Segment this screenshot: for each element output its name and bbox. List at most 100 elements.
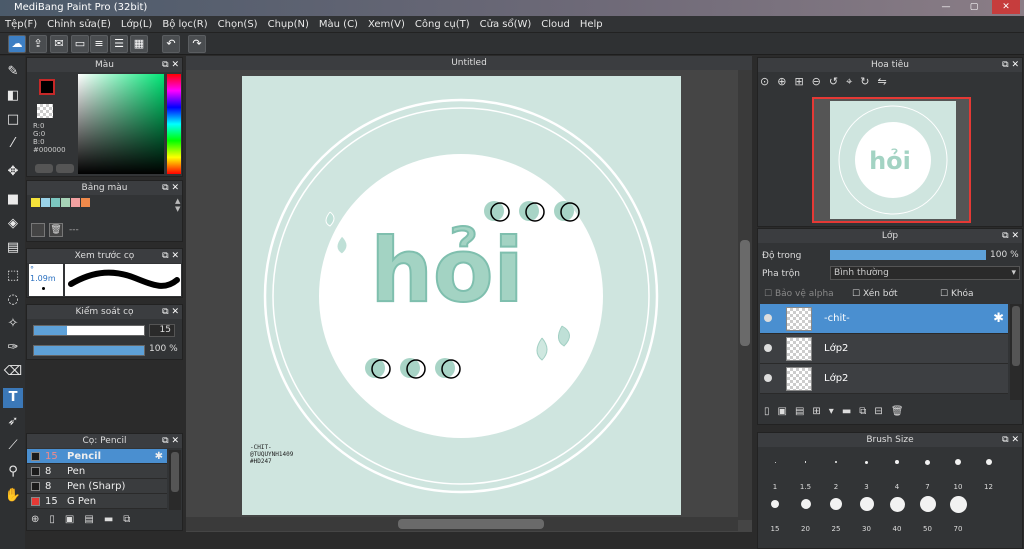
- bucket-tool-icon[interactable]: ◈: [3, 214, 23, 234]
- protect-alpha-checkbox[interactable]: ☐ Bảo vệ alpha: [764, 289, 834, 299]
- operation-tool-icon[interactable]: ➶: [3, 412, 23, 432]
- brush-size-cell[interactable]: 40: [882, 492, 912, 533]
- copy-brush-icon[interactable]: ▣: [65, 514, 84, 525]
- magic-wand-icon[interactable]: ✧: [3, 314, 23, 334]
- brush-size-cell[interactable]: 4: [882, 450, 912, 491]
- chat-icon[interactable]: ✉: [50, 35, 68, 53]
- hue-slider[interactable]: [167, 74, 181, 174]
- grid-icon[interactable]: ▦: [130, 35, 148, 53]
- new-brush-icon[interactable]: ▯: [49, 514, 65, 525]
- merge-layer-icon[interactable]: ⊟: [874, 406, 890, 417]
- zoom-actual-icon[interactable]: ⊞: [794, 75, 811, 88]
- page-icon[interactable]: ▭: [71, 35, 89, 53]
- brush-size-cell[interactable]: 7: [913, 450, 943, 491]
- menu-window[interactable]: Cửa sổ(W): [475, 16, 537, 32]
- menu-select[interactable]: Chọn(S): [213, 16, 263, 32]
- brush-list-scrollbar[interactable]: [169, 450, 181, 510]
- brush-size-cell[interactable]: 15: [760, 492, 790, 533]
- redo-icon[interactable]: ↷: [188, 35, 206, 53]
- menu-view[interactable]: Xem(V): [363, 16, 410, 32]
- delete-palette-icon[interactable]: 🗑: [49, 223, 63, 237]
- foreground-color-swatch[interactable]: [39, 79, 55, 95]
- eraser-tool-icon[interactable]: ◧: [3, 86, 23, 106]
- lasso-tool-icon[interactable]: ◌: [3, 290, 23, 310]
- document-icon[interactable]: ≡: [90, 35, 108, 53]
- brush-size-cell[interactable]: 2: [821, 450, 851, 491]
- select-rect-icon[interactable]: ⬚: [3, 266, 23, 286]
- brush-size-cell[interactable]: 50: [913, 492, 943, 533]
- layer-folder-icon[interactable]: ▬: [842, 406, 859, 417]
- brush-list-item[interactable]: 8 Pen: [27, 464, 167, 479]
- menu-edit[interactable]: Chỉnh sửa(E): [42, 16, 116, 32]
- zoom-fit-icon[interactable]: ⊙: [760, 75, 777, 88]
- palette-swatch[interactable]: [61, 198, 70, 207]
- duplicate-layer-icon[interactable]: ⧉: [859, 406, 874, 417]
- visibility-icon[interactable]: [764, 374, 772, 382]
- text-tool-icon[interactable]: T: [3, 388, 23, 408]
- color-mode-button[interactable]: [35, 164, 53, 173]
- palette-scroll-icon[interactable]: ▲ ▼: [175, 197, 180, 213]
- menu-tools[interactable]: Công cụ(T): [410, 16, 475, 32]
- fill-rect-icon[interactable]: ■: [3, 190, 23, 210]
- palette-swatch[interactable]: [51, 198, 60, 207]
- canvas-horizontal-scrollbar[interactable]: [186, 517, 738, 531]
- menu-color[interactable]: Màu (C): [314, 16, 363, 32]
- brush-size-cell[interactable]: 20: [791, 492, 821, 533]
- duplicate-icon[interactable]: ⧉: [123, 514, 140, 525]
- brush-settings-icon[interactable]: ▤: [84, 514, 103, 525]
- palette-swatch[interactable]: [41, 198, 50, 207]
- palette-swatch[interactable]: [31, 198, 40, 207]
- add-layer-menu-icon[interactable]: ⊞▾: [812, 406, 841, 417]
- menu-help[interactable]: Help: [575, 16, 608, 32]
- cloud-icon[interactable]: ☁: [8, 35, 26, 53]
- upload-icon[interactable]: ⇪: [29, 35, 47, 53]
- color-swap-button[interactable]: [56, 164, 74, 173]
- menu-filter[interactable]: Bộ lọc(R): [157, 16, 212, 32]
- brush-size-cell[interactable]: 70: [943, 492, 973, 533]
- brush-list-item[interactable]: 8 Pen (Sharp): [27, 479, 167, 494]
- brush-list-item[interactable]: 15 Pencil ✱: [27, 449, 167, 464]
- divide-tool-icon[interactable]: ⟋: [3, 436, 23, 456]
- brush-size-cell[interactable]: 25: [821, 492, 851, 533]
- menu-cloud[interactable]: Cloud: [536, 16, 575, 32]
- brush-tool-icon[interactable]: ✎: [3, 62, 23, 82]
- brush-size-cell[interactable]: 12: [974, 450, 1004, 491]
- layer-row[interactable]: -chit- ✱: [760, 304, 1008, 334]
- brush-size-cell[interactable]: 1: [760, 450, 790, 491]
- layer-row[interactable]: Lớp2: [760, 364, 1008, 394]
- rotate-left-icon[interactable]: ↺: [829, 75, 846, 88]
- select-pen-icon[interactable]: ✑: [3, 338, 23, 358]
- visibility-icon[interactable]: [764, 314, 772, 322]
- move-tool-icon[interactable]: ✥: [3, 162, 23, 182]
- rotate-right-icon[interactable]: ↻: [860, 75, 877, 88]
- new-halftone-layer-icon[interactable]: ▣: [778, 406, 795, 417]
- menu-file[interactable]: Tệp(F): [0, 16, 42, 32]
- canvas-tab[interactable]: Untitled: [186, 56, 752, 70]
- transparent-swatch[interactable]: [37, 104, 53, 118]
- brush-size-cell[interactable]: 3: [852, 450, 882, 491]
- rect-tool-icon[interactable]: □: [3, 110, 23, 130]
- new-layer-icon[interactable]: ▯: [764, 406, 778, 417]
- new-palette-icon[interactable]: [31, 223, 45, 237]
- brush-size-cell[interactable]: 10: [943, 450, 973, 491]
- layer-scrollbar[interactable]: [1010, 304, 1022, 400]
- gear-icon[interactable]: ✱: [155, 449, 163, 464]
- size-value[interactable]: 15: [149, 324, 175, 337]
- size-slider[interactable]: [33, 325, 145, 336]
- opacity-slider[interactable]: [33, 345, 145, 356]
- menu-snap[interactable]: Chụp(N): [263, 16, 314, 32]
- brush-list-item[interactable]: 15 G Pen: [27, 494, 167, 509]
- new-8bit-layer-icon[interactable]: ▤: [795, 406, 812, 417]
- color-picker-square[interactable]: [78, 74, 164, 174]
- hand-tool-icon[interactable]: ✋: [3, 486, 23, 506]
- canvas-document[interactable]: hỏi -CHIT- @TUQUYNH1409 #HD247: [242, 76, 681, 515]
- layer-settings-gear-icon[interactable]: ✱: [993, 311, 1004, 326]
- flip-icon[interactable]: ⇋: [878, 75, 895, 88]
- zoom-in-icon[interactable]: ⊕: [777, 75, 794, 88]
- palette-swatch[interactable]: [71, 198, 80, 207]
- delete-layer-icon[interactable]: 🗑: [891, 406, 912, 417]
- maximize-icon[interactable]: ▢: [963, 0, 985, 14]
- brush-size-cell[interactable]: 1.5: [791, 450, 821, 491]
- eyedropper-icon[interactable]: ⚲: [3, 462, 23, 482]
- undo-icon[interactable]: ↶: [162, 35, 180, 53]
